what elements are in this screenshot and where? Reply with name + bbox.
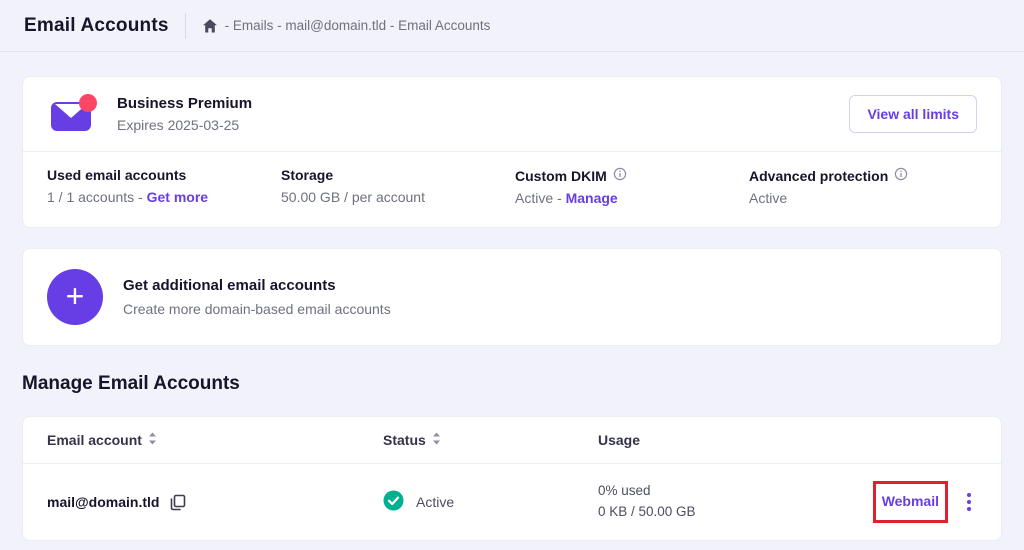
red-highlight-box: Webmail bbox=[873, 481, 948, 523]
email-address: mail@domain.tld bbox=[47, 494, 159, 510]
home-icon[interactable] bbox=[202, 18, 218, 34]
plan-stats-row: Used email accounts 1 / 1 accounts - Get… bbox=[23, 152, 1001, 227]
stat-value-text: 50.00 GB / per account bbox=[281, 189, 425, 205]
stat-label: Custom DKIM bbox=[515, 167, 749, 184]
row-actions: Webmail bbox=[873, 481, 977, 523]
header-divider bbox=[185, 13, 186, 39]
add-accounts-card[interactable]: + Get additional email accounts Create m… bbox=[22, 248, 1002, 346]
add-accounts-title: Get additional email accounts bbox=[123, 277, 391, 294]
stat-label: Advanced protection bbox=[749, 167, 977, 184]
usage-cell: 0% used 0 KB / 50.00 GB bbox=[598, 481, 873, 523]
column-header-email[interactable]: Email account bbox=[47, 432, 383, 448]
add-accounts-subtitle: Create more domain-based email accounts bbox=[123, 301, 391, 317]
stat-label: Storage bbox=[281, 167, 515, 183]
webmail-button[interactable]: Webmail bbox=[882, 493, 939, 509]
stat-advanced-protection: Advanced protection Active bbox=[749, 167, 977, 206]
breadcrumb: - Emails - mail@domain.tld - Email Accou… bbox=[202, 18, 491, 34]
stat-label-text: Custom DKIM bbox=[515, 168, 607, 184]
table-row: mail@domain.tld Active 0% used 0 KB / 50… bbox=[23, 464, 1001, 540]
stat-label-text: Storage bbox=[281, 167, 333, 183]
stat-used-accounts: Used email accounts 1 / 1 accounts - Get… bbox=[47, 167, 281, 206]
stat-value: 1 / 1 accounts - Get more bbox=[47, 189, 281, 205]
plan-name: Business Premium bbox=[117, 95, 252, 112]
stat-value: Active bbox=[749, 190, 977, 206]
status-cell: Active bbox=[383, 490, 598, 514]
stat-value-text: Active - bbox=[515, 190, 562, 206]
column-label: Status bbox=[383, 432, 426, 448]
status-badge: Active bbox=[416, 494, 454, 510]
stat-label-text: Used email accounts bbox=[47, 167, 186, 183]
email-accounts-table: Email account Status Usage mail@domain.t… bbox=[22, 416, 1002, 541]
column-label: Email account bbox=[47, 432, 142, 448]
manage-section-heading: Manage Email Accounts bbox=[22, 373, 1002, 395]
breadcrumb-text: - Emails - mail@domain.tld - Email Accou… bbox=[225, 18, 491, 33]
page-title: Email Accounts bbox=[24, 15, 169, 37]
info-icon[interactable] bbox=[613, 167, 627, 184]
table-header-row: Email account Status Usage bbox=[23, 417, 1001, 464]
usage-detail: 0 KB / 50.00 GB bbox=[598, 502, 873, 523]
email-account-cell: mail@domain.tld bbox=[47, 494, 383, 511]
plan-info: Business Premium Expires 2025-03-25 bbox=[117, 95, 252, 133]
stat-value-text: 1 / 1 accounts - bbox=[47, 189, 143, 205]
manage-dkim-link[interactable]: Manage bbox=[566, 190, 618, 206]
kebab-menu-icon[interactable] bbox=[961, 489, 977, 515]
stat-storage: Storage 50.00 GB / per account bbox=[281, 167, 515, 206]
page-header: Email Accounts - Emails - mail@domain.tl… bbox=[0, 0, 1024, 52]
column-label: Usage bbox=[598, 432, 640, 448]
main-content: Business Premium Expires 2025-03-25 View… bbox=[0, 76, 1024, 541]
stat-custom-dkim: Custom DKIM Active - Manage bbox=[515, 167, 749, 206]
stat-value: Active - Manage bbox=[515, 190, 749, 206]
stat-label-text: Advanced protection bbox=[749, 168, 888, 184]
sort-icon[interactable] bbox=[148, 432, 157, 448]
stat-value-text: Active bbox=[749, 190, 787, 206]
plan-expiry: Expires 2025-03-25 bbox=[117, 117, 252, 133]
sort-icon[interactable] bbox=[432, 432, 441, 448]
info-icon[interactable] bbox=[894, 167, 908, 184]
column-header-usage: Usage bbox=[598, 432, 977, 448]
usage-percent: 0% used bbox=[598, 481, 873, 502]
plan-card: Business Premium Expires 2025-03-25 View… bbox=[22, 76, 1002, 228]
stat-label: Used email accounts bbox=[47, 167, 281, 183]
view-all-limits-button[interactable]: View all limits bbox=[849, 95, 977, 133]
plus-icon[interactable]: + bbox=[47, 269, 103, 325]
email-plan-icon bbox=[47, 93, 99, 135]
plan-summary-row: Business Premium Expires 2025-03-25 View… bbox=[23, 77, 1001, 151]
check-icon bbox=[383, 490, 404, 514]
add-accounts-text: Get additional email accounts Create mor… bbox=[123, 277, 391, 317]
column-header-status[interactable]: Status bbox=[383, 432, 598, 448]
stat-value: 50.00 GB / per account bbox=[281, 189, 515, 205]
copy-icon[interactable] bbox=[169, 494, 186, 511]
get-more-link[interactable]: Get more bbox=[147, 189, 208, 205]
